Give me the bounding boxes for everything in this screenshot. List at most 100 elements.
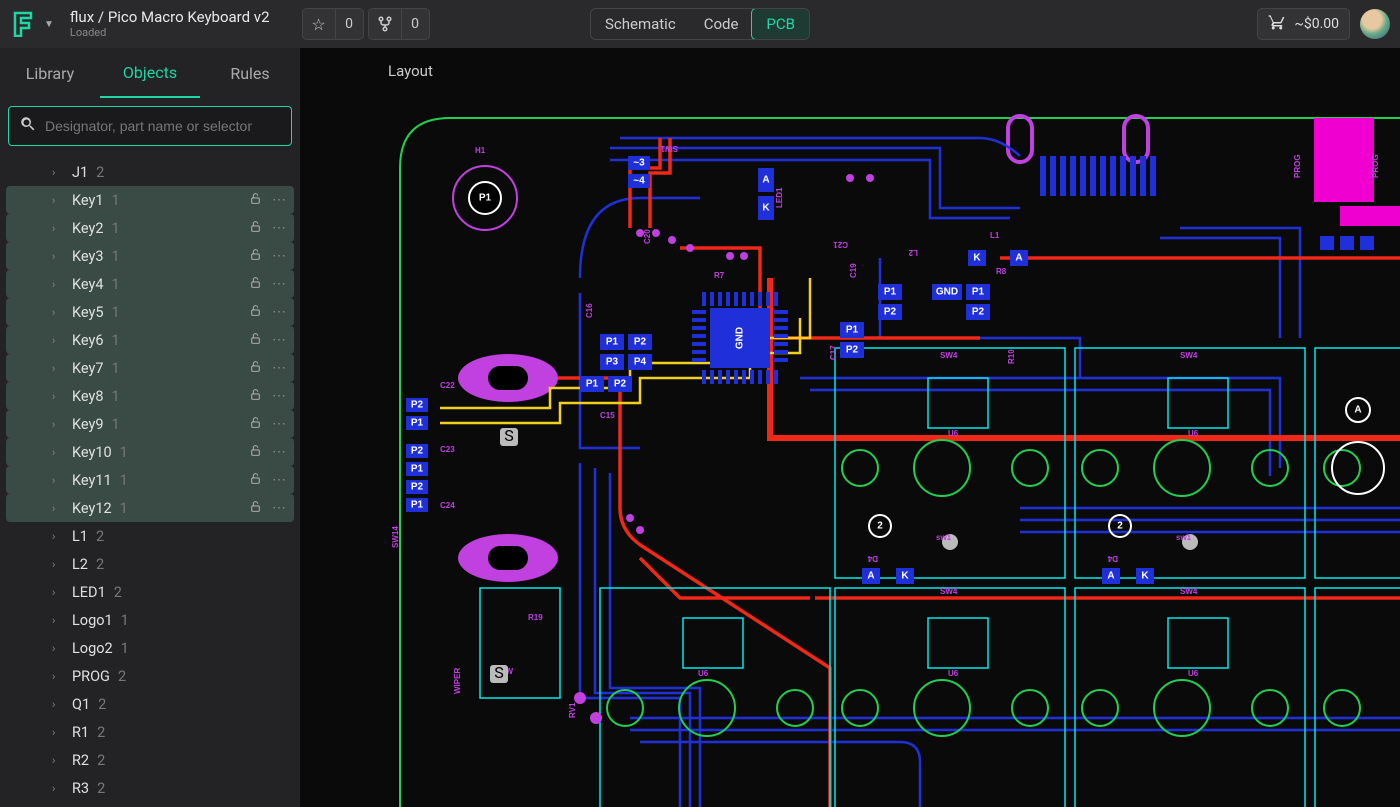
tree-item-r3[interactable]: ›R3 2 (6, 774, 294, 802)
unlock-icon[interactable] (246, 500, 264, 517)
tree-item-key11[interactable]: ›Key11 1⋯ (6, 466, 294, 494)
star-button[interactable]: ☆ 0 (302, 8, 364, 40)
tree-item-count: 1 (112, 360, 120, 377)
chevron-right-icon[interactable]: › (52, 250, 66, 263)
chevron-right-icon[interactable]: › (52, 222, 66, 235)
tab-pcb[interactable]: PCB (752, 9, 809, 39)
more-icon[interactable]: ⋯ (270, 500, 288, 516)
star-icon: ☆ (303, 15, 335, 34)
chevron-right-icon[interactable]: › (52, 418, 66, 431)
unlock-icon[interactable] (246, 416, 264, 433)
tree-item-j1[interactable]: ›J1 2 (6, 158, 294, 186)
object-search[interactable] (8, 106, 292, 146)
search-input[interactable] (45, 118, 281, 134)
sidebar-tab-rules[interactable]: Rules (200, 48, 300, 98)
tree-item-prog[interactable]: ›PROG 2 (6, 662, 294, 690)
chevron-right-icon[interactable]: › (52, 502, 66, 515)
unlock-icon[interactable] (246, 220, 264, 237)
svg-text:A: A (1107, 571, 1114, 582)
chevron-right-icon[interactable]: › (52, 558, 66, 571)
tree-item-key6[interactable]: ›Key6 1⋯ (6, 326, 294, 354)
tree-item-label: Key3 (72, 248, 104, 265)
tree-item-led1[interactable]: ›LED1 2 (6, 578, 294, 606)
tree-item-label: Key6 (72, 332, 104, 349)
unlock-icon[interactable] (246, 248, 264, 265)
tab-schematic[interactable]: Schematic (591, 9, 690, 39)
chevron-right-icon[interactable]: › (52, 334, 66, 347)
chevron-right-icon[interactable]: › (52, 642, 66, 655)
more-icon[interactable]: ⋯ (270, 304, 288, 320)
user-avatar[interactable] (1360, 9, 1390, 39)
more-icon[interactable]: ⋯ (270, 220, 288, 236)
tree-item-key7[interactable]: ›Key7 1⋯ (6, 354, 294, 382)
tree-item-q1[interactable]: ›Q1 2 (6, 690, 294, 718)
chevron-right-icon[interactable]: › (52, 446, 66, 459)
unlock-icon[interactable] (246, 276, 264, 293)
tree-item-label: Key4 (72, 276, 104, 293)
unlock-icon[interactable] (246, 192, 264, 209)
tree-item-key2[interactable]: ›Key2 1⋯ (6, 214, 294, 242)
more-icon[interactable]: ⋯ (270, 332, 288, 348)
sidebar-tab-objects[interactable]: Objects (100, 48, 200, 98)
more-icon[interactable]: ⋯ (270, 388, 288, 404)
tree-item-key10[interactable]: ›Key10 1⋯ (6, 438, 294, 466)
unlock-icon[interactable] (246, 472, 264, 489)
chevron-right-icon[interactable]: › (52, 726, 66, 739)
tree-item-l2[interactable]: ›L2 2 (6, 550, 294, 578)
tree-item-key3[interactable]: ›Key3 1⋯ (6, 242, 294, 270)
svg-text:P1: P1 (411, 464, 424, 475)
tree-item-count: 1 (112, 416, 120, 433)
tree-item-count: 1 (121, 640, 129, 657)
tree-item-key4[interactable]: ›Key4 1⋯ (6, 270, 294, 298)
chevron-right-icon[interactable]: › (52, 782, 66, 795)
tree-item-r1[interactable]: ›R1 2 (6, 718, 294, 746)
unlock-icon[interactable] (246, 360, 264, 377)
chevron-right-icon[interactable]: › (52, 474, 66, 487)
tree-item-key9[interactable]: ›Key9 1⋯ (6, 410, 294, 438)
app-logo[interactable] (10, 11, 36, 37)
tree-item-l1[interactable]: ›L1 2 (6, 522, 294, 550)
tab-code[interactable]: Code (690, 9, 753, 39)
unlock-icon[interactable] (246, 332, 264, 349)
sidebar-tab-library[interactable]: Library (0, 48, 100, 98)
tree-item-label: L2 (72, 556, 88, 573)
chevron-right-icon[interactable]: › (52, 754, 66, 767)
tree-item-count: 1 (112, 304, 120, 321)
tree-item-label: LED1 (72, 584, 106, 601)
chevron-right-icon[interactable]: › (52, 166, 66, 179)
chevron-right-icon[interactable]: › (52, 530, 66, 543)
more-icon[interactable]: ⋯ (270, 276, 288, 292)
tree-item-key8[interactable]: ›Key8 1⋯ (6, 382, 294, 410)
chevron-right-icon[interactable]: › (52, 670, 66, 683)
tree-item-r2[interactable]: ›R2 2 (6, 746, 294, 774)
tree-item-key12[interactable]: ›Key12 1⋯ (6, 494, 294, 522)
chevron-right-icon[interactable]: › (52, 306, 66, 319)
tree-item-logo1[interactable]: ›Logo1 1 (6, 606, 294, 634)
more-icon[interactable]: ⋯ (270, 192, 288, 208)
unlock-icon[interactable] (246, 304, 264, 321)
chevron-right-icon[interactable]: › (52, 698, 66, 711)
chevron-right-icon[interactable]: › (52, 194, 66, 207)
more-icon[interactable]: ⋯ (270, 248, 288, 264)
cart-button[interactable]: ~$0.00 (1257, 8, 1350, 40)
chevron-right-icon[interactable]: › (52, 614, 66, 627)
chevron-right-icon[interactable]: › (52, 278, 66, 291)
unlock-icon[interactable] (246, 444, 264, 461)
chevron-right-icon[interactable]: › (52, 390, 66, 403)
unlock-icon[interactable] (246, 388, 264, 405)
fork-button[interactable]: 0 (368, 8, 430, 40)
pcb-canvas[interactable]: Layout PROG PROG (300, 48, 1400, 807)
logo-menu-caret[interactable]: ▼ (44, 19, 54, 30)
project-name[interactable]: Pico Macro Keyboard v2 (108, 8, 270, 26)
more-icon[interactable]: ⋯ (270, 416, 288, 432)
breadcrumb-org[interactable]: flux (70, 8, 94, 26)
more-icon[interactable]: ⋯ (270, 472, 288, 488)
tree-item-key5[interactable]: ›Key5 1⋯ (6, 298, 294, 326)
chevron-right-icon[interactable]: › (52, 586, 66, 599)
more-icon[interactable]: ⋯ (270, 360, 288, 376)
tree-item-key1[interactable]: ›Key1 1⋯ (6, 186, 294, 214)
tree-item-logo2[interactable]: ›Logo2 1 (6, 634, 294, 662)
chevron-right-icon[interactable]: › (52, 362, 66, 375)
more-icon[interactable]: ⋯ (270, 444, 288, 460)
object-tree[interactable]: ›J1 2›Key1 1⋯›Key2 1⋯›Key3 1⋯›Key4 1⋯›Ke… (0, 154, 300, 807)
